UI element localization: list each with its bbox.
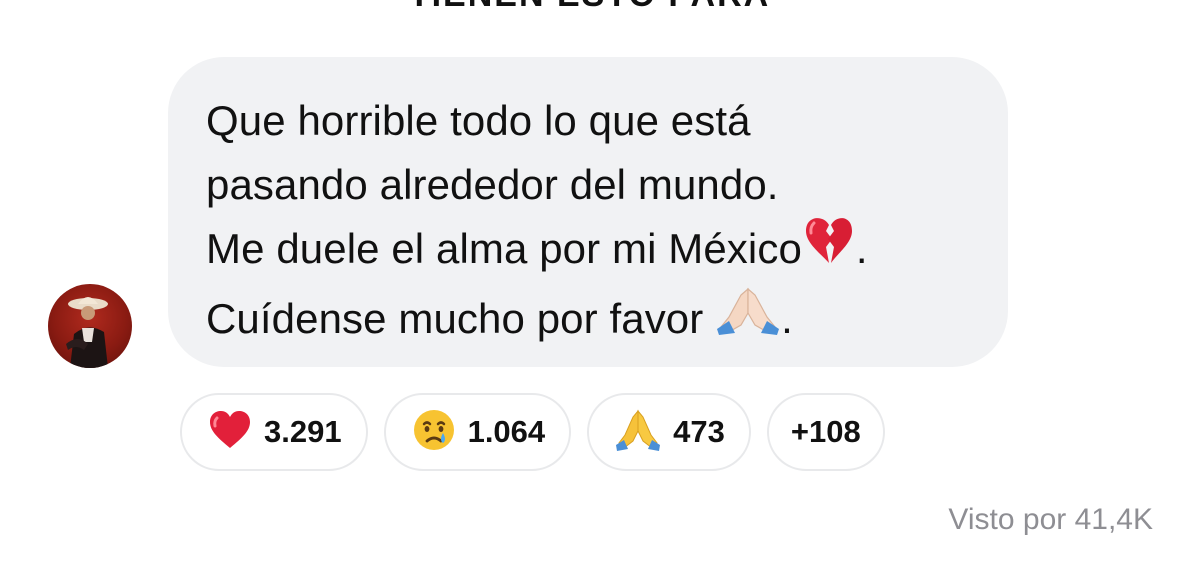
message-line-3-text: Me duele el alma por mi México <box>206 225 802 273</box>
message-line-4-text: Cuídense mucho por favor <box>206 295 716 343</box>
message-line-3-suffix: . <box>855 225 868 273</box>
broken-heart-icon <box>802 213 856 283</box>
reaction-count: 3.291 <box>264 414 342 449</box>
message-line-4-suffix: . <box>781 295 793 343</box>
reaction-count: 1.064 <box>467 414 546 449</box>
message-line-2: pasando alrededor del mundo. <box>206 161 779 208</box>
reaction-heart[interactable]: 3.291 <box>180 393 368 471</box>
red-heart-icon <box>208 410 252 455</box>
praying-hands-icon <box>715 283 781 353</box>
reactions-bar: 3.291 1.064 473 +108 <box>180 393 885 471</box>
avatar-person-icon <box>66 297 108 368</box>
message-line-3: Me duele el alma por mi México . <box>206 217 978 287</box>
seen-by-count[interactable]: Visto por 41,4K <box>948 503 1153 537</box>
crying-face-icon <box>412 408 456 457</box>
reaction-praying[interactable]: 473 <box>587 393 751 471</box>
message-line-1: Que horrible todo lo que está <box>206 97 751 144</box>
message-bubble[interactable]: Que horrible todo lo que está pasando al… <box>168 57 1008 367</box>
reaction-more-count: +108 <box>790 414 861 449</box>
message-line-4: Cuídense mucho por favor . <box>206 287 978 357</box>
reaction-crying[interactable]: 1.064 <box>383 393 572 471</box>
reaction-count: 473 <box>673 414 725 449</box>
avatar[interactable] <box>48 284 132 368</box>
praying-hands-icon <box>615 409 661 456</box>
reaction-more[interactable]: +108 <box>766 393 885 471</box>
previous-message-cutoff: TIENEN ESTO PARA <box>0 0 1179 15</box>
